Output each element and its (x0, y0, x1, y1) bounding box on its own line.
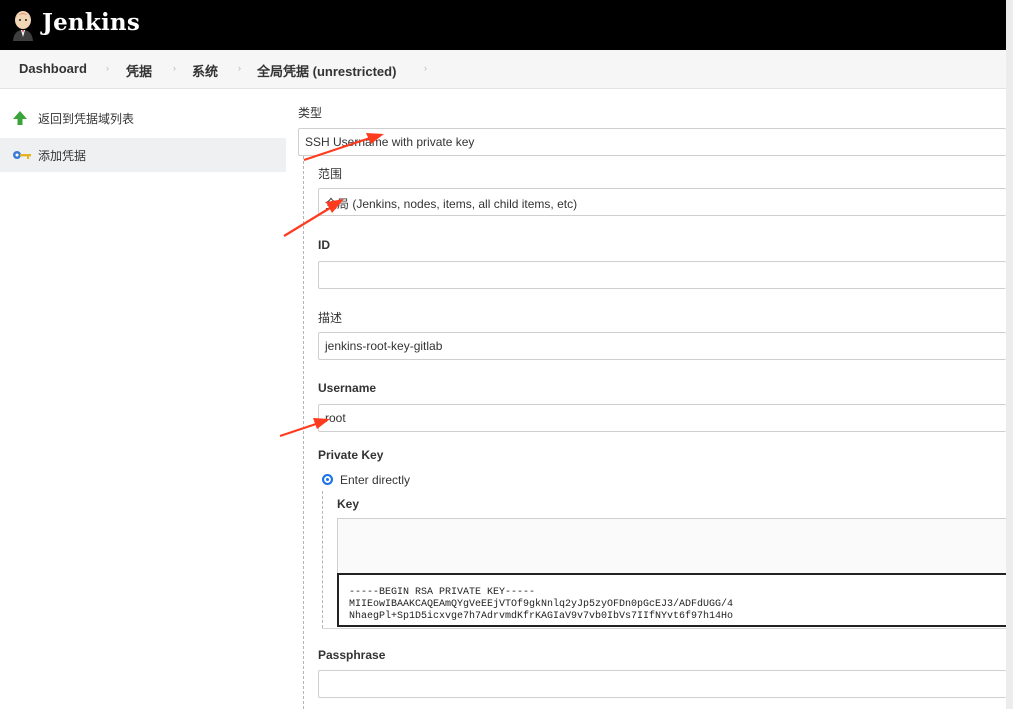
sidebar-item-label: 返回到凭据域列表 (38, 111, 135, 126)
key-line: -----BEGIN RSA PRIVATE KEY----- (349, 587, 536, 598)
key-icon (13, 151, 31, 159)
scope-label: 范围 (318, 167, 343, 181)
sidebar: 返回到凭据域列表 添加凭据 (0, 89, 286, 709)
breadcrumb-separator: › (238, 63, 241, 73)
passphrase-label: Passphrase (318, 648, 386, 662)
app-title[interactable]: Jenkins (42, 9, 140, 36)
breadcrumb: Dashboard › 凭据 › 系统 › 全局凭据 (unrestricted… (0, 50, 1006, 89)
top-bar: Jenkins (0, 0, 1006, 50)
breadcrumb-separator: › (106, 63, 109, 73)
username-input[interactable]: root (318, 404, 1006, 432)
private-key-section-bottom (322, 628, 1006, 629)
description-input[interactable]: jenkins-root-key-gitlab (318, 332, 1006, 360)
description-label: 描述 (318, 311, 343, 325)
sidebar-item-label: 添加凭据 (38, 148, 87, 163)
key-line: NhaegPl+Sp1D5icxvge7h7AdrvmdKfrKAGIaV9v7… (349, 611, 734, 622)
enter-directly-radio[interactable] (322, 474, 333, 485)
kind-section-guide (303, 156, 304, 709)
breadcrumb-global-credentials[interactable]: 全局凭据 (unrestricted) (257, 61, 396, 80)
id-label: ID (318, 238, 330, 252)
passphrase-input[interactable] (318, 670, 1006, 698)
sidebar-item-add-credentials[interactable]: 添加凭据 (0, 138, 286, 172)
kind-label: 类型 (298, 106, 323, 120)
jenkins-logo-icon[interactable] (10, 9, 36, 41)
breadcrumb-system[interactable]: 系统 (192, 61, 218, 80)
breadcrumb-separator: › (424, 63, 427, 73)
scope-select[interactable]: 全局 (Jenkins, nodes, items, all child ite… (318, 188, 1006, 216)
key-textarea[interactable]: -----BEGIN RSA PRIVATE KEY----- MIIEowIB… (337, 573, 1006, 627)
private-key-label: Private Key (318, 448, 384, 462)
green-up-arrow-icon (13, 111, 27, 125)
username-label: Username (318, 381, 377, 395)
breadcrumb-dashboard[interactable]: Dashboard (19, 61, 87, 76)
id-input[interactable] (318, 261, 1006, 289)
breadcrumb-separator: › (173, 63, 176, 73)
breadcrumb-credentials[interactable]: 凭据 (126, 61, 152, 80)
key-label: Key (337, 497, 360, 511)
enter-directly-label[interactable]: Enter directly (340, 473, 410, 487)
sidebar-item-back-to-domains[interactable]: 返回到凭据域列表 (0, 101, 286, 135)
kind-select[interactable]: SSH Username with private key (298, 128, 1006, 156)
page-scrollbar[interactable] (1006, 0, 1013, 709)
private-key-section-guide (322, 491, 323, 628)
key-line: MIIEowIBAAKCAQEAmQYgVeEEjVTOf9gkNnlq2yJp… (349, 599, 734, 610)
